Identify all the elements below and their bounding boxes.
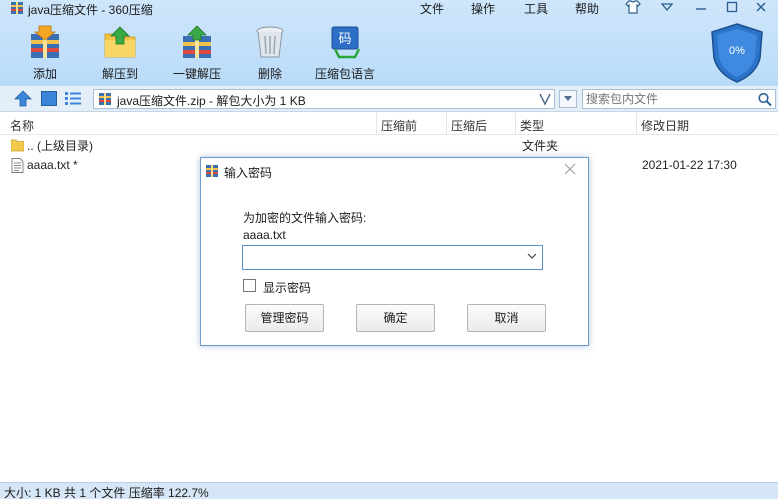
column-divider[interactable] xyxy=(515,113,516,135)
dialog-close-icon[interactable] xyxy=(561,161,579,179)
path-history-dropdown[interactable] xyxy=(559,90,577,108)
text-file-icon xyxy=(11,158,24,173)
file-list-header: 名称 压缩前 压缩后 类型 修改日期 xyxy=(0,113,778,135)
cancel-button[interactable]: 取消 xyxy=(467,304,546,332)
menu-tools[interactable]: 工具 xyxy=(524,0,548,17)
language-icon: 码 xyxy=(331,26,361,59)
one-click-extract-button[interactable]: 一键解压 xyxy=(159,24,235,82)
shield-percent: 0% xyxy=(729,45,745,57)
show-password-checkbox[interactable] xyxy=(243,279,256,292)
minimize-icon[interactable] xyxy=(690,0,712,16)
skin-icon[interactable] xyxy=(622,0,644,16)
menu-operations[interactable]: 操作 xyxy=(471,0,495,17)
path-expand-icon[interactable] xyxy=(538,92,552,106)
chevron-down-icon[interactable] xyxy=(525,250,539,266)
list-view-icon[interactable] xyxy=(64,90,82,107)
chevron-down-icon xyxy=(564,96,572,101)
file-modified-date: 2021-01-22 17:30 xyxy=(642,158,737,172)
path-text: java压缩文件.zip - 解包大小为 1 KB xyxy=(117,94,306,108)
security-shield[interactable]: 0% xyxy=(708,22,766,84)
password-input[interactable] xyxy=(246,249,516,266)
zip-file-icon xyxy=(99,93,111,105)
one-click-extract-icon xyxy=(183,25,211,58)
file-name: aaaa.txt * xyxy=(27,158,78,172)
search-box[interactable] xyxy=(582,89,776,109)
address-bar: java压缩文件.zip - 解包大小为 1 KB xyxy=(0,86,778,112)
extract-to-button[interactable]: 解压到 xyxy=(82,24,158,82)
file-row-parent-dir[interactable]: .. (上级目录) 文件夹 xyxy=(0,135,778,155)
folder-icon xyxy=(11,139,24,152)
trash-icon xyxy=(256,26,284,58)
column-type[interactable]: 类型 xyxy=(520,117,544,134)
manage-passwords-button[interactable]: 管理密码 xyxy=(245,304,324,332)
column-size-before[interactable]: 压缩前 xyxy=(381,117,417,134)
column-divider[interactable] xyxy=(446,113,447,135)
dialog-title-bar[interactable]: 输入密码 xyxy=(201,158,588,184)
archive-app-icon xyxy=(11,2,23,14)
column-divider[interactable] xyxy=(376,113,377,135)
extract-folder-icon xyxy=(104,26,136,58)
one-click-extract-label: 一键解压 xyxy=(172,67,221,81)
dialog-title: 输入密码 xyxy=(224,166,273,180)
show-password-label[interactable]: 显示密码 xyxy=(263,279,311,296)
add-archive-icon xyxy=(31,25,59,58)
menu-file[interactable]: 文件 xyxy=(420,0,444,17)
archive-app-icon xyxy=(206,165,218,177)
menu-help[interactable]: 帮助 xyxy=(575,0,599,17)
column-name[interactable]: 名称 xyxy=(10,117,34,134)
close-icon[interactable] xyxy=(750,0,772,16)
extract-to-label: 解压到 xyxy=(101,67,138,81)
search-input[interactable] xyxy=(586,91,752,107)
status-bar: 大小: 1 KB 共 1 个文件 压缩率 122.7% xyxy=(0,482,778,499)
column-divider[interactable] xyxy=(636,113,637,135)
add-label: 添加 xyxy=(32,67,57,81)
archive-language-button[interactable]: 码 压缩包语言 xyxy=(307,24,383,82)
column-modified-date[interactable]: 修改日期 xyxy=(641,117,689,134)
password-combobox[interactable] xyxy=(242,245,543,270)
archive-language-label: 压缩包语言 xyxy=(314,67,375,81)
app-window: java压缩文件 - 360压缩 文件 操作 工具 帮助 添加 解压到 一键解压… xyxy=(0,0,778,499)
maximize-icon[interactable] xyxy=(721,0,743,16)
password-prompt: 为加密的文件输入密码: xyxy=(243,211,367,225)
add-button[interactable]: 添加 xyxy=(7,24,83,82)
delete-button[interactable]: 删除 xyxy=(232,24,308,82)
encrypted-filename: aaaa.txt xyxy=(243,228,286,242)
ok-button[interactable]: 确定 xyxy=(356,304,435,332)
search-icon[interactable] xyxy=(757,92,773,107)
up-arrow-icon[interactable] xyxy=(14,90,32,107)
file-name: .. (上级目录) xyxy=(27,139,93,153)
menu-dropdown-icon[interactable] xyxy=(656,0,678,16)
window-title: java压缩文件 - 360压缩 xyxy=(28,3,153,17)
delete-label: 删除 xyxy=(257,67,282,81)
top-panel: java压缩文件 - 360压缩 文件 操作 工具 帮助 添加 解压到 一键解压… xyxy=(0,0,778,86)
title-bar: java压缩文件 - 360压缩 文件 操作 工具 帮助 xyxy=(0,0,778,18)
password-dialog: 输入密码 为加密的文件输入密码: aaaa.txt 显示密码 管理密码 确定 取… xyxy=(200,157,589,346)
svg-text:码: 码 xyxy=(338,32,351,47)
column-size-after[interactable]: 压缩后 xyxy=(451,117,487,134)
file-type: 文件夹 xyxy=(522,139,559,153)
status-text: 大小: 1 KB 共 1 个文件 压缩率 122.7% xyxy=(4,486,209,499)
thumbnail-view-icon[interactable] xyxy=(40,90,58,107)
path-field[interactable]: java压缩文件.zip - 解包大小为 1 KB xyxy=(93,89,555,109)
